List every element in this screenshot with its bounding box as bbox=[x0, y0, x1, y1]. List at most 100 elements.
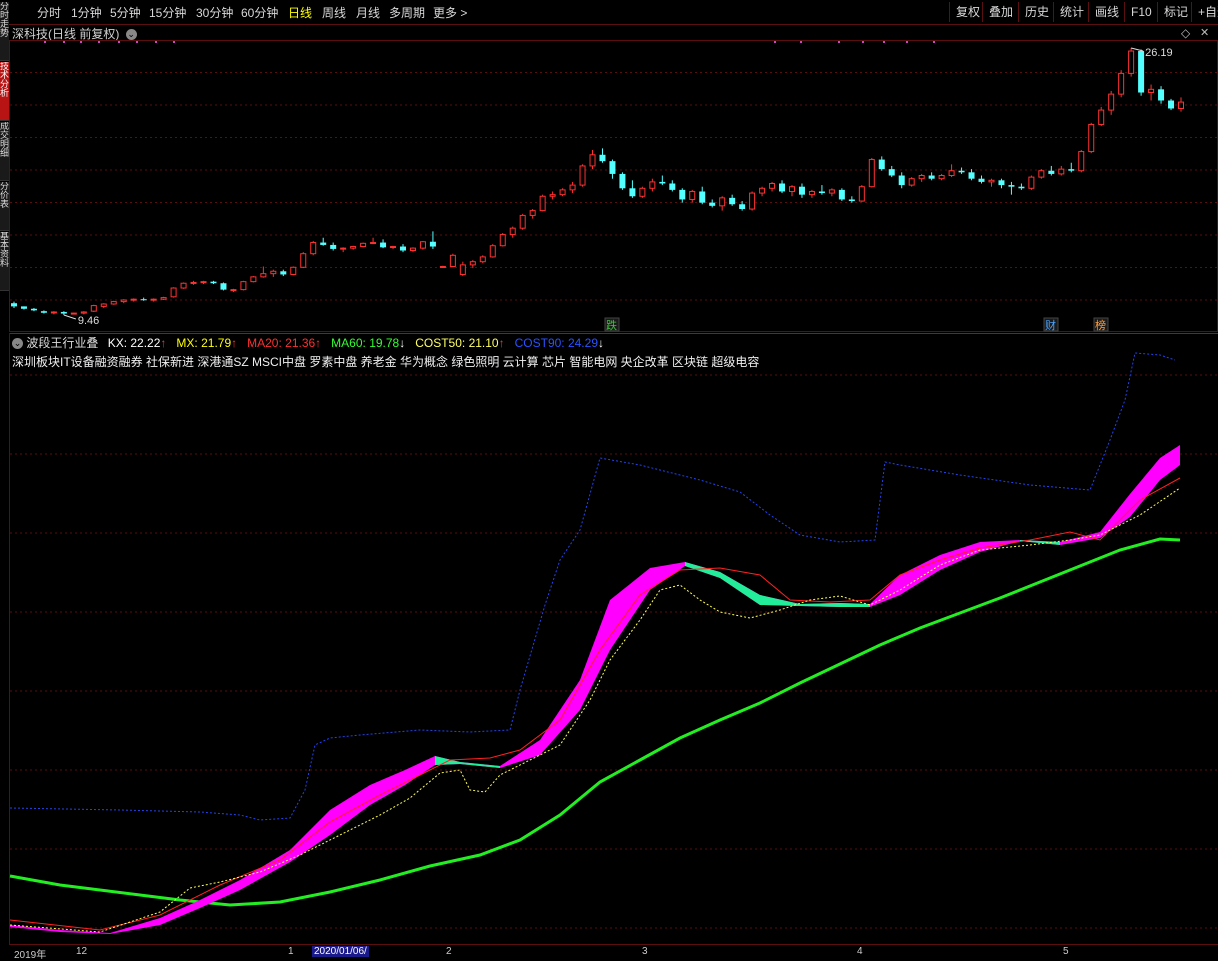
indicator-arrow-icon: ↑ bbox=[231, 336, 238, 350]
candle-body bbox=[250, 276, 257, 283]
side-tab[interactable]: 分价表 bbox=[0, 182, 9, 231]
candle-body bbox=[60, 311, 67, 314]
candle-body bbox=[419, 241, 426, 249]
date-axis-label: 4 bbox=[857, 946, 863, 957]
event-marker-box bbox=[604, 317, 620, 332]
candle-body bbox=[180, 282, 187, 289]
indicator-header: ⌄ 波段王行业叠 KX: 22.22↑ MX: 21.79↑ MA20: 21.36… bbox=[12, 334, 614, 351]
main-panel-title-text: 深科技(日线 前复权) bbox=[12, 27, 120, 41]
period-tab[interactable]: 分时 bbox=[37, 4, 61, 21]
candle-body bbox=[210, 281, 217, 284]
side-tab[interactable]: 成交明细 bbox=[0, 122, 9, 181]
indicator-options-icon[interactable]: ⌄ bbox=[12, 338, 23, 350]
candle-body bbox=[380, 242, 387, 248]
candle-body bbox=[1088, 123, 1095, 153]
toolbar-button[interactable]: 历史 bbox=[1018, 2, 1049, 22]
candle-body bbox=[589, 154, 596, 167]
candle-body bbox=[1068, 169, 1075, 171]
candle-body bbox=[1118, 72, 1125, 95]
candle-body bbox=[1028, 176, 1035, 189]
candle-body bbox=[918, 175, 925, 180]
candle-body bbox=[390, 246, 397, 249]
candle-body bbox=[609, 161, 616, 174]
candle-body bbox=[948, 170, 955, 177]
period-tab[interactable]: 5分钟 bbox=[110, 4, 141, 21]
toolbar-button[interactable]: 画线 bbox=[1088, 2, 1119, 22]
toolbar-button[interactable]: 叠加 bbox=[982, 2, 1013, 22]
period-tab[interactable]: 30分钟 bbox=[196, 4, 233, 21]
main-panel-title: 深科技(日线 前复权) ⌄ bbox=[12, 25, 137, 42]
kx-mx-band-bearish bbox=[1020, 540, 1060, 545]
candle-body bbox=[120, 299, 127, 303]
candle-body bbox=[798, 186, 805, 195]
kx-mx-band-bearish bbox=[685, 562, 870, 607]
candle-body bbox=[1018, 186, 1025, 189]
candle-body bbox=[429, 241, 436, 247]
panel-options-icon[interactable]: ⌄ bbox=[125, 29, 137, 41]
candle-body bbox=[409, 247, 416, 252]
indicator-value: MA60: 19.78 bbox=[331, 336, 400, 350]
candle-body bbox=[739, 204, 746, 210]
toolbar-button[interactable]: 复权 bbox=[949, 2, 980, 22]
candle-body bbox=[50, 311, 57, 314]
candle-body bbox=[150, 298, 157, 301]
date-axis-label: 2019年 bbox=[14, 950, 47, 961]
candle-body bbox=[1048, 170, 1055, 174]
candle-body bbox=[310, 242, 317, 255]
candle-body bbox=[759, 187, 766, 194]
cost50-line bbox=[9, 487, 1181, 933]
toolbar-button[interactable]: F10 bbox=[1124, 2, 1152, 22]
period-tab[interactable]: 15分钟 bbox=[149, 4, 186, 21]
candle-body bbox=[679, 189, 686, 200]
period-tab[interactable]: 周线 bbox=[322, 4, 346, 21]
indicator-arrow-icon: ↑ bbox=[315, 336, 322, 350]
candle-body bbox=[240, 281, 247, 291]
candle-body bbox=[200, 281, 207, 284]
side-tab[interactable]: 基本资料 bbox=[0, 232, 9, 291]
indicator-values: KX: 22.22↑ MX: 21.79↑ MA20: 21.36↑ MA60: 19… bbox=[108, 336, 614, 350]
toolbar-button[interactable]: 统计 bbox=[1053, 2, 1084, 22]
period-tab[interactable]: 60分钟 bbox=[241, 4, 278, 21]
restore-icon[interactable]: ◇ bbox=[1181, 26, 1190, 40]
candle-body bbox=[988, 179, 995, 183]
indicator-value: COST90: 24.29 bbox=[514, 336, 598, 350]
toolbar-button[interactable]: +自选 bbox=[1191, 2, 1218, 22]
candle-body bbox=[1098, 109, 1105, 125]
indicator-value: COST50: 21.10 bbox=[415, 336, 499, 350]
candle-body bbox=[300, 253, 307, 268]
side-tab[interactable]: 技术分析 bbox=[0, 62, 9, 121]
candle-body bbox=[729, 197, 736, 205]
candle-body bbox=[719, 197, 726, 207]
ma20-line bbox=[9, 477, 1181, 931]
toolbar-button[interactable]: 标记 bbox=[1157, 2, 1188, 22]
candle-body bbox=[858, 186, 865, 202]
side-tab[interactable]: 分时走势 bbox=[0, 2, 9, 61]
candlestick-chart[interactable]: 26.19 9.46 跌 财 榜 bbox=[0, 0, 1218, 953]
candle-body bbox=[1158, 89, 1165, 101]
candle-body bbox=[838, 189, 845, 200]
candle-body bbox=[519, 214, 526, 229]
candle-body bbox=[340, 247, 347, 250]
candle-body bbox=[549, 194, 556, 197]
candle-body bbox=[1008, 185, 1015, 187]
period-tab[interactable]: 更多 > bbox=[433, 4, 467, 21]
candle-body bbox=[789, 186, 795, 192]
close-panel-icon[interactable]: ✕ bbox=[1200, 26, 1209, 39]
indicator-arrow-icon: ↓ bbox=[399, 336, 406, 350]
candle-body bbox=[699, 191, 706, 203]
candle-body bbox=[779, 183, 786, 192]
candle-body bbox=[898, 175, 905, 186]
period-tab[interactable]: 多周期 bbox=[389, 4, 425, 21]
candle-body bbox=[350, 246, 357, 249]
candle-body bbox=[400, 246, 406, 251]
period-tab[interactable]: 日线 bbox=[288, 4, 312, 21]
candle-body bbox=[828, 189, 835, 194]
date-axis-label: 5 bbox=[1063, 946, 1069, 957]
candle-body bbox=[110, 301, 117, 305]
candle-body bbox=[659, 181, 666, 184]
period-tab[interactable]: 1分钟 bbox=[71, 4, 102, 21]
date-axis-label: 3 bbox=[642, 946, 648, 957]
candle-body bbox=[260, 273, 267, 278]
candle-body bbox=[220, 283, 227, 290]
period-tab[interactable]: 月线 bbox=[356, 4, 380, 21]
